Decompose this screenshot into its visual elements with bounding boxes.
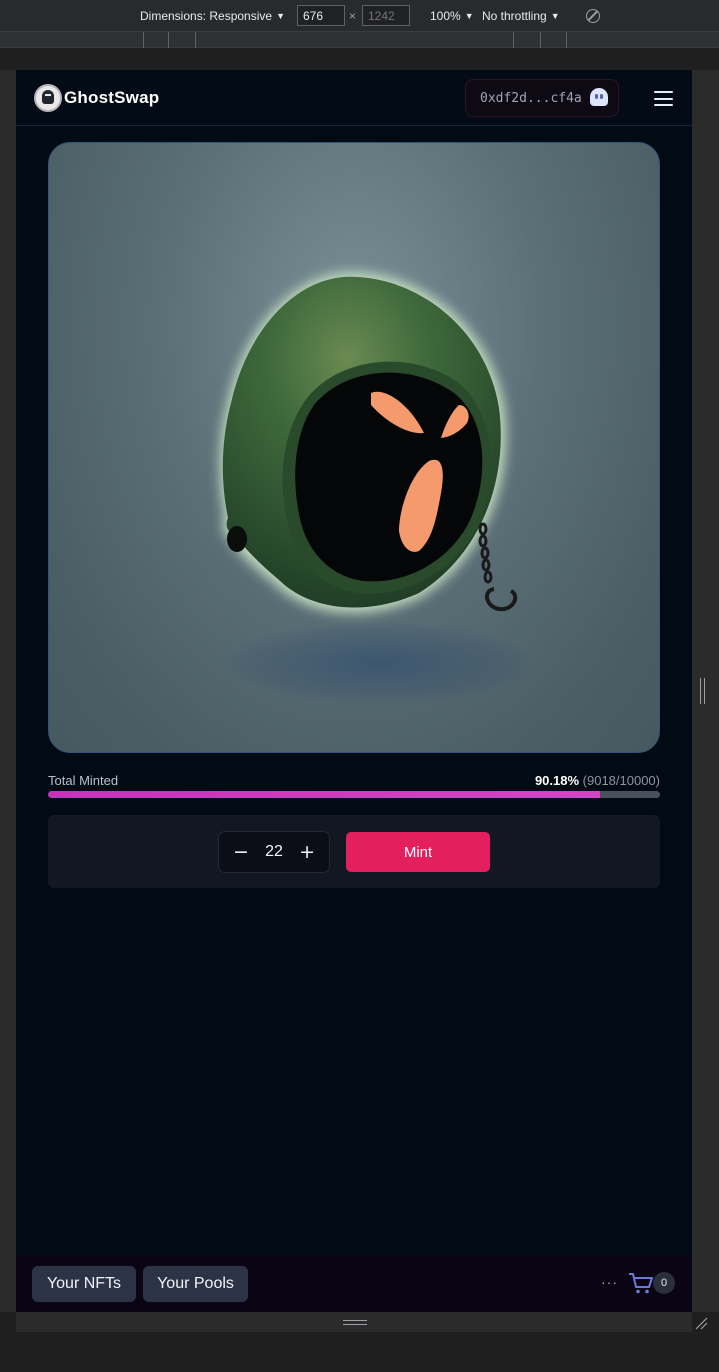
cart-icon[interactable] (628, 1271, 654, 1295)
resize-handle-bottom[interactable] (16, 1312, 692, 1332)
bottom-bar: Your NFTs Your Pools ··· 0 (16, 1255, 692, 1312)
rotate-icon[interactable] (586, 9, 600, 23)
mint-panel: − 22 + Mint (48, 815, 660, 888)
mint-progress-bar (48, 791, 660, 798)
cart-count-badge: 0 (653, 1272, 675, 1294)
devtools-gap (0, 48, 719, 70)
total-minted-label: Total Minted (48, 773, 119, 788)
dimensions-dropdown[interactable]: Dimensions: Responsive ▼ (140, 9, 285, 23)
decrement-button[interactable]: − (233, 841, 249, 863)
wallet-address: 0xdf2d...cf4a (480, 90, 582, 106)
menu-icon[interactable] (654, 91, 673, 106)
devtools-toolbar: Dimensions: Responsive ▼ × 100% ▼ No thr… (0, 0, 719, 32)
top-navbar: GhostSwap 0xdf2d...cf4a (16, 70, 692, 126)
throttling-label: No throttling (482, 9, 547, 23)
resize-corner-icon[interactable] (694, 1316, 708, 1330)
width-input[interactable] (297, 5, 345, 26)
zoom-label: 100% (430, 9, 461, 23)
total-minted-value: 90.18% (9018/10000) (535, 773, 660, 788)
chevron-down-icon: ▼ (550, 11, 560, 21)
mint-progress-fill (48, 791, 600, 798)
zoom-dropdown[interactable]: 100% ▼ (430, 9, 474, 23)
chevron-down-icon: ▼ (464, 11, 474, 21)
quantity-stepper: − 22 + (218, 831, 330, 873)
wallet-button[interactable]: 0xdf2d...cf4a (465, 79, 619, 117)
times-symbol: × (349, 9, 357, 23)
ghost-icon (589, 88, 608, 108)
devtools-bottom (0, 1312, 719, 1372)
minted-percent: 90.18% (534, 773, 580, 788)
chevron-down-icon: ▼ (276, 11, 285, 21)
increment-button[interactable]: + (299, 841, 315, 863)
nft-image (48, 142, 660, 753)
brand-name[interactable]: GhostSwap (64, 88, 159, 108)
your-pools-button[interactable]: Your Pools (143, 1266, 248, 1302)
hooded-ghost-illustration (220, 272, 518, 613)
more-icon[interactable]: ··· (601, 1274, 618, 1290)
resize-handle-right[interactable] (692, 70, 719, 1312)
quantity-value[interactable]: 22 (265, 843, 283, 861)
throttling-dropdown[interactable]: No throttling ▼ (482, 9, 560, 23)
dimensions-label: Dimensions: Responsive (140, 9, 273, 23)
page-viewport: GhostSwap 0xdf2d...cf4a Total Minted 90.… (16, 70, 692, 1312)
logo-icon[interactable] (34, 84, 62, 112)
your-nfts-button[interactable]: Your NFTs (32, 1266, 136, 1302)
height-input[interactable] (362, 5, 410, 26)
minted-count: (9018/10000) (582, 773, 660, 788)
left-gutter (0, 70, 16, 1312)
media-query-ruler[interactable] (0, 32, 719, 48)
mint-button[interactable]: Mint (346, 832, 490, 872)
